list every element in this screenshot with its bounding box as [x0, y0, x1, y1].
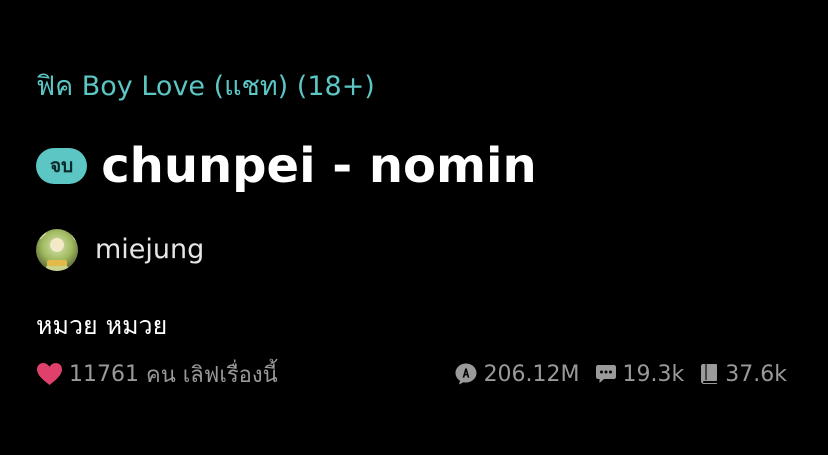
love-count: 11761 — [69, 361, 139, 387]
view-count-icon — [454, 362, 478, 386]
views-stat: 206.12M — [454, 362, 580, 387]
book-icon — [699, 363, 719, 385]
heart-icon[interactable] — [36, 362, 63, 386]
comment-icon — [595, 363, 617, 385]
love-text: เลิฟเรื่องนี้ — [182, 362, 278, 388]
views-count: 206.12M — [483, 361, 580, 387]
comments-stat: 19.3k — [595, 361, 685, 387]
story-category[interactable]: ฟิค Boy Love (แชท) (18+) — [36, 68, 375, 106]
chapters-count: 37.6k — [725, 361, 787, 387]
love-summary: 11761 คน เลิฟเรื่องนี้ — [36, 358, 278, 390]
chapters-stat: 37.6k — [699, 362, 787, 387]
avatar[interactable] — [36, 229, 78, 271]
status-badge: จบ — [36, 148, 88, 184]
title-row: จบ chunpei - nomin — [36, 134, 537, 198]
story-title: chunpei - nomin — [101, 138, 537, 194]
author-name[interactable]: miejung — [95, 233, 204, 267]
story-stats: 206.12M 19.3k 37.6k — [454, 358, 787, 390]
comments-count: 19.3k — [622, 361, 685, 387]
story-tagline: หมวย หมวย — [36, 311, 168, 340]
author-row[interactable]: miejung — [36, 228, 204, 272]
love-unit: คน — [146, 362, 176, 388]
